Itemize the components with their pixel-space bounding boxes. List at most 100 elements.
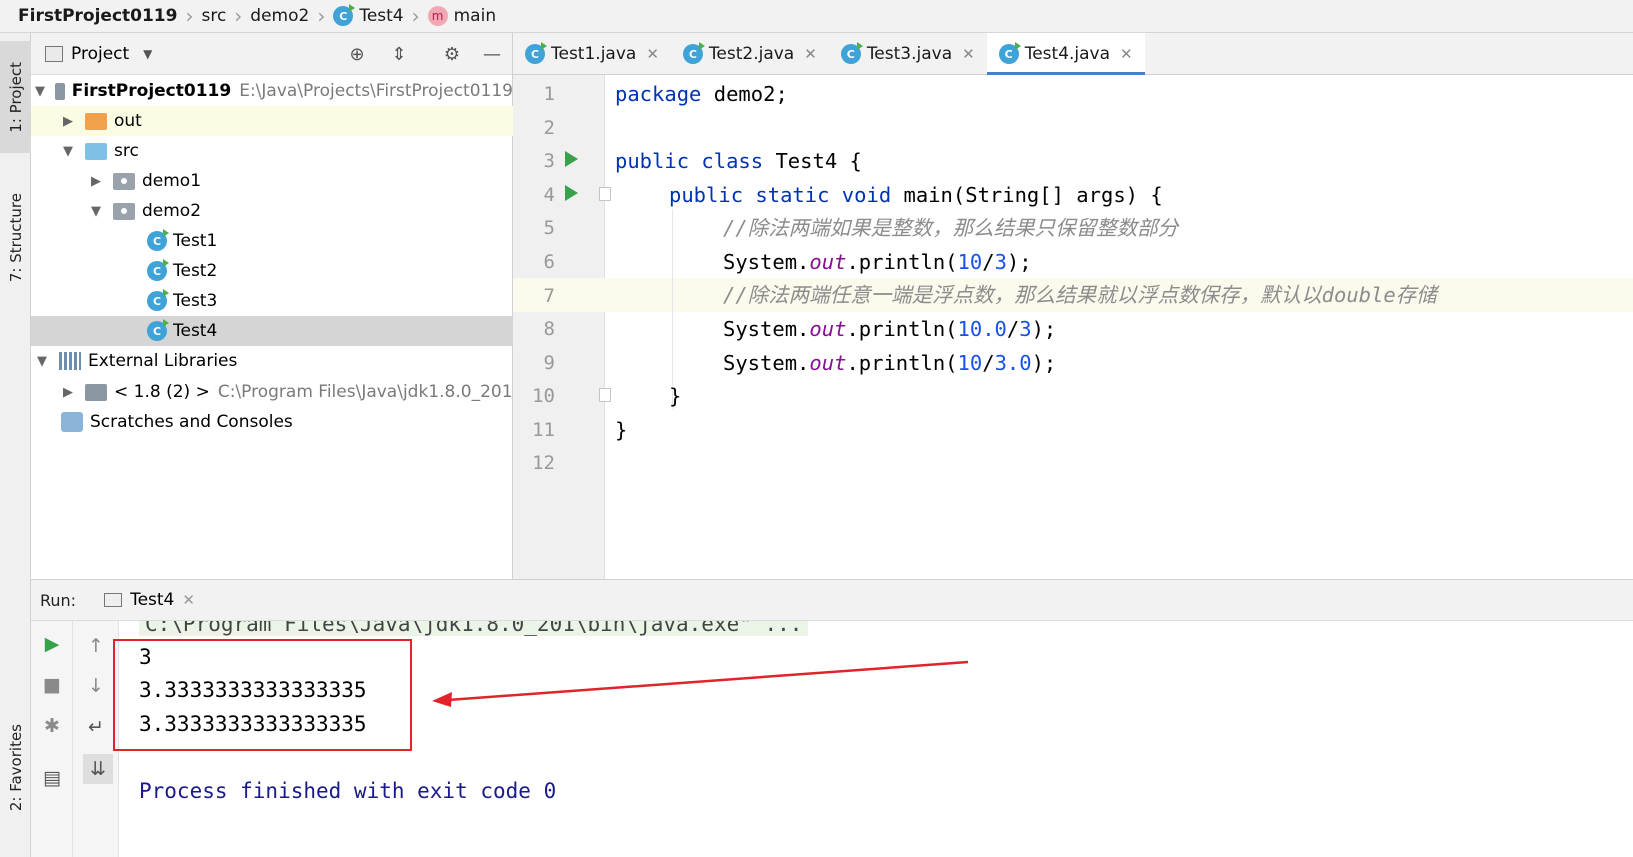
locate-icon[interactable]: ⊕ xyxy=(346,43,368,65)
tree-item-test4[interactable]: C Test4 xyxy=(31,316,513,346)
jdk-folder-icon xyxy=(85,383,107,401)
tool-window-favorites[interactable]: 2: Favorites xyxy=(0,708,31,828)
tab-test1[interactable]: C Test1.java ✕ xyxy=(513,33,671,75)
collapsed-arrow-icon[interactable]: ▶ xyxy=(89,174,103,189)
class-icon: C xyxy=(333,4,356,26)
breadcrumb-project[interactable]: FirstProject0119 xyxy=(18,6,177,26)
code-line-3: public class Test4 { xyxy=(615,144,862,178)
chevron-right-icon: › xyxy=(185,4,194,28)
code-line-6: System.out.println(10/3); xyxy=(723,245,1032,279)
class-icon: C xyxy=(147,319,169,341)
line-number: 1 xyxy=(543,83,555,105)
tab-test3[interactable]: C Test3.java ✕ xyxy=(829,33,987,75)
line-number: 7 xyxy=(543,285,555,307)
scroll-to-end-icon[interactable]: ⇊ xyxy=(83,754,113,784)
tree-item-project-root[interactable]: ▼ FirstProject0119 E:\Java\Projects\Firs… xyxy=(31,76,513,106)
tab-label: Test4.java xyxy=(1024,44,1111,64)
close-icon[interactable]: ✕ xyxy=(646,45,659,63)
breadcrumb-src[interactable]: src xyxy=(201,6,226,26)
tree-item-external-libraries[interactable]: ▼ External Libraries xyxy=(31,346,513,376)
soft-wrap-icon[interactable]: ↵ xyxy=(83,714,109,740)
minimize-icon[interactable]: — xyxy=(481,43,503,65)
class-icon: C xyxy=(840,42,863,64)
class-icon: C xyxy=(147,289,169,311)
collapse-all-icon[interactable]: ⇕ xyxy=(388,43,410,65)
line-number: 4 xyxy=(543,184,555,206)
left-tool-strip: 1: Project 7: Structure 2: Favorites xyxy=(0,33,31,857)
tree-item-test2[interactable]: C Test2 xyxy=(31,256,513,286)
editor-tabs: C Test1.java ✕ C Test2.java ✕ C Test3.java ✕ C… xyxy=(513,33,1633,76)
class-icon: C xyxy=(147,229,169,251)
tool-window-structure[interactable]: 7: Structure xyxy=(0,173,31,303)
field: out xyxy=(809,317,847,341)
tab-label: Test3.java xyxy=(866,44,953,64)
breadcrumb-class[interactable]: C Test4 xyxy=(333,4,404,26)
collapsed-arrow-icon[interactable]: ▶ xyxy=(61,385,75,400)
tree-item-path: C:\Program Files\Java\jdk1.8.0_201 xyxy=(217,382,513,402)
code-text: ); xyxy=(1031,317,1057,341)
rerun-icon[interactable]: ▶ xyxy=(39,631,65,657)
line-number: 3 xyxy=(543,150,555,172)
project-view-icon xyxy=(45,45,63,62)
tab-test2[interactable]: C Test2.java ✕ xyxy=(671,33,829,75)
code-text: ); xyxy=(1006,250,1032,274)
arrow-down-icon[interactable]: ↓ xyxy=(83,673,109,699)
tree-item-label: out xyxy=(114,111,142,131)
number: 10 xyxy=(957,351,983,375)
breadcrumb-package[interactable]: demo2 xyxy=(250,6,309,26)
stop-icon[interactable]: ■ xyxy=(39,672,65,698)
chevron-down-icon[interactable]: ▼ xyxy=(143,47,152,61)
line-number: 6 xyxy=(543,251,555,273)
code-line-5-comment: //除法两端如果是整数，那么结果只保留整数部分 xyxy=(723,216,1179,240)
expanded-arrow-icon[interactable]: ▼ xyxy=(61,144,75,159)
run-gutter-icon[interactable] xyxy=(565,151,578,167)
tree-item-path: E:\Java\Projects\FirstProject0119 xyxy=(239,81,513,101)
debug-settings-icon[interactable]: ✱ xyxy=(39,713,65,739)
expanded-arrow-icon[interactable]: ▼ xyxy=(89,204,103,219)
tree-item-label: demo2 xyxy=(142,201,202,221)
tree-item-demo2[interactable]: ▼ demo2 xyxy=(31,196,513,226)
keyword: package xyxy=(615,82,702,106)
tree-item-test1[interactable]: C Test1 xyxy=(31,226,513,256)
run-panel-header: Run: Test4 ✕ xyxy=(31,579,1633,621)
console-icon xyxy=(104,593,123,607)
close-icon[interactable]: ✕ xyxy=(1120,45,1133,63)
tree-item-out[interactable]: ▶ out xyxy=(31,106,513,136)
field: out xyxy=(809,250,847,274)
arrow-up-icon[interactable]: ↑ xyxy=(83,633,109,659)
run-tab-test4[interactable]: Test4 ✕ xyxy=(104,590,195,610)
run-toolbar-primary: ▶ ■ ✱ ▤ xyxy=(31,621,73,857)
operator: / xyxy=(1006,317,1020,341)
code-line-8: System.out.println(10.0/3); xyxy=(723,312,1056,346)
tree-item-demo1[interactable]: ▶ demo1 xyxy=(31,166,513,196)
operator: / xyxy=(982,250,995,274)
expanded-arrow-icon[interactable]: ▼ xyxy=(35,354,49,369)
tree-item-src[interactable]: ▼ src xyxy=(31,136,513,166)
operator: / xyxy=(982,351,995,375)
code-text: demo2; xyxy=(701,82,788,106)
close-icon[interactable]: ✕ xyxy=(182,591,195,609)
tree-item-jdk[interactable]: ▶ < 1.8 (2) > C:\Program Files\Java\jdk1… xyxy=(31,377,513,407)
gear-icon[interactable]: ⚙ xyxy=(441,43,463,65)
project-pane: Project ▼ ⊕ ⇕ ⚙ — ▼ FirstProject0119 E:\… xyxy=(31,33,513,579)
collapsed-arrow-icon[interactable]: ▶ xyxy=(61,114,75,129)
layout-icon[interactable]: ▤ xyxy=(39,765,65,791)
chevron-right-icon: › xyxy=(234,4,243,28)
tab-test4[interactable]: C Test4.java ✕ xyxy=(986,33,1145,76)
line-numbers: 1 2 3 4 5 6 7 8 9 10 11 12 xyxy=(513,75,611,579)
number: 3 xyxy=(994,250,1007,274)
breadcrumb-method[interactable]: m main xyxy=(427,6,496,26)
tree-item-test3[interactable]: C Test3 xyxy=(31,286,513,316)
tool-window-project[interactable]: 1: Project xyxy=(0,41,31,153)
run-gutter-icon[interactable] xyxy=(565,185,578,201)
expanded-arrow-icon[interactable]: ▼ xyxy=(35,84,45,99)
close-icon[interactable]: ✕ xyxy=(962,45,975,63)
project-pane-title[interactable]: Project xyxy=(71,44,129,64)
close-icon[interactable]: ✕ xyxy=(804,45,817,63)
run-tab-label: Test4 xyxy=(130,590,175,610)
class-icon: C xyxy=(998,42,1021,64)
tree-item-label: FirstProject0119 xyxy=(71,81,232,101)
tree-item-scratches[interactable]: Scratches and Consoles xyxy=(31,407,513,437)
code-text: Test4 { xyxy=(763,149,862,173)
code-line-11: } xyxy=(615,418,628,442)
